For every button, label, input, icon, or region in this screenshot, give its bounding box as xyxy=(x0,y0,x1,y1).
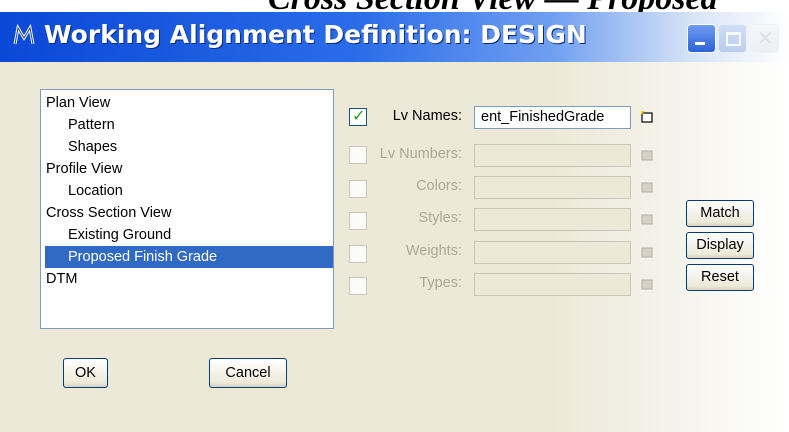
display-button[interactable]: Display xyxy=(686,232,754,259)
lv-numbers-label: Lv Numbers: xyxy=(379,146,462,162)
pick-element-icon[interactable] xyxy=(640,110,654,124)
colors-checkbox[interactable] xyxy=(349,180,367,198)
lv-numbers-checkbox[interactable] xyxy=(349,146,367,164)
tree-item-profile-view[interactable]: Profile View xyxy=(46,158,122,180)
tree-item-dtm[interactable]: DTM xyxy=(46,268,77,290)
tree-item-pattern[interactable]: Pattern xyxy=(68,114,115,136)
styles-checkbox[interactable] xyxy=(349,212,367,230)
checkmark-icon: ✓ xyxy=(352,108,366,125)
pick-element-icon[interactable] xyxy=(640,212,654,226)
maximize-button[interactable] xyxy=(718,24,747,53)
weights-checkbox[interactable] xyxy=(349,245,367,263)
microstation-icon xyxy=(13,24,35,45)
dialog-window: Working Alignment Definition: DESIGN ✕ P… xyxy=(0,12,789,432)
view-tree-list[interactable]: Plan View Pattern Shapes Profile View Lo… xyxy=(40,89,334,329)
tree-item-proposed-finish-grade[interactable]: Proposed Finish Grade xyxy=(45,246,333,268)
tree-item-plan-view[interactable]: Plan View xyxy=(46,92,110,114)
pick-element-icon[interactable] xyxy=(640,277,654,291)
reset-button[interactable]: Reset xyxy=(686,264,754,291)
types-checkbox[interactable] xyxy=(349,277,367,295)
types-field[interactable] xyxy=(474,273,631,296)
minimize-button[interactable] xyxy=(687,24,716,53)
tree-item-shapes[interactable]: Shapes xyxy=(68,136,117,158)
types-label: Types: xyxy=(419,275,462,291)
styles-label: Styles: xyxy=(418,210,462,226)
weights-field[interactable] xyxy=(474,241,631,264)
cancel-button[interactable]: Cancel xyxy=(209,358,287,388)
pick-element-icon[interactable] xyxy=(640,148,654,162)
close-icon: ✕ xyxy=(757,28,774,50)
pick-element-icon[interactable] xyxy=(640,180,654,194)
minimize-icon xyxy=(695,42,705,45)
lv-numbers-field[interactable] xyxy=(474,144,631,167)
colors-field[interactable] xyxy=(474,176,631,199)
colors-label: Colors: xyxy=(416,178,462,194)
window-title: Working Alignment Definition: DESIGN xyxy=(44,20,587,49)
lv-names-field[interactable]: ent_FinishedGrade xyxy=(474,106,631,129)
styles-field[interactable] xyxy=(474,208,631,231)
tree-item-location[interactable]: Location xyxy=(68,180,123,202)
tree-item-cross-section-view[interactable]: Cross Section View xyxy=(46,202,171,224)
maximize-icon xyxy=(726,32,741,46)
close-button[interactable]: ✕ xyxy=(750,24,779,53)
title-bar[interactable]: Working Alignment Definition: DESIGN ✕ xyxy=(0,12,789,62)
ok-button[interactable]: OK xyxy=(63,358,108,388)
lv-names-checkbox[interactable]: ✓ xyxy=(349,108,367,126)
lv-names-label: Lv Names: xyxy=(392,108,462,124)
tree-item-existing-ground[interactable]: Existing Ground xyxy=(68,224,171,246)
weights-label: Weights: xyxy=(405,243,462,259)
match-button[interactable]: Match xyxy=(686,200,754,227)
pick-element-icon[interactable] xyxy=(640,245,654,259)
